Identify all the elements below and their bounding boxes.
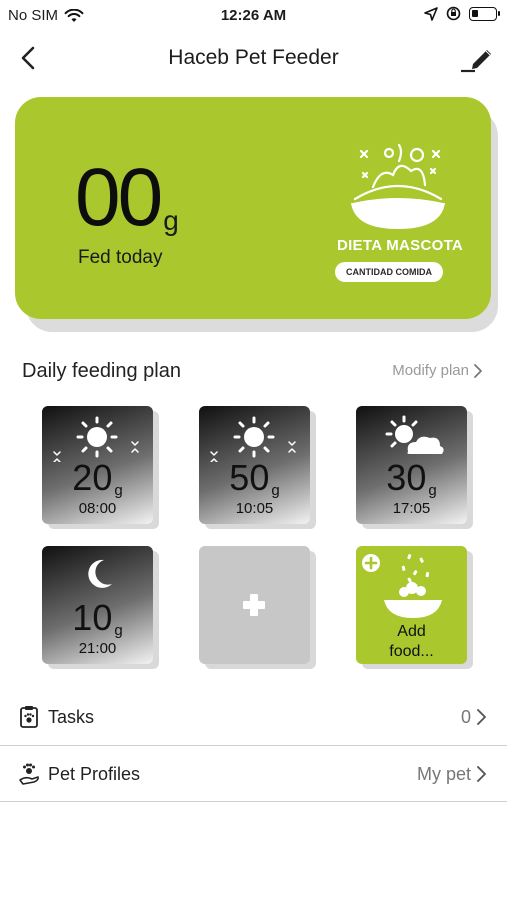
meal-amount-value: 50 (229, 457, 270, 498)
meal-amount-value: 20 (72, 457, 113, 498)
fed-today-unit: g (163, 205, 179, 236)
add-meal-tile[interactable] (199, 546, 310, 664)
status-right (424, 6, 500, 21)
divider (0, 801, 507, 802)
meal-amount: 20 g (42, 457, 153, 500)
meal-amount-unit: g (271, 482, 280, 499)
meal-time: 10:05 (235, 500, 274, 517)
navigation-bar: Haceb Pet Feeder (0, 36, 507, 80)
meal-time: 17:05 (392, 500, 431, 517)
modify-plan-label: Modify plan (392, 362, 469, 379)
pet-profiles-label: Pet Profiles (48, 763, 141, 784)
diet-subtitle-badge: CANTIDAD COMIDA (335, 262, 443, 282)
divider (0, 745, 507, 746)
add-food-label-line-1: Add (397, 623, 426, 640)
battery-icon (469, 6, 500, 21)
feeding-plan-title: Daily feeding plan (22, 360, 181, 382)
location-arrow-icon (424, 6, 438, 21)
pet-profiles-row[interactable]: Pet Profiles My pet (0, 748, 507, 800)
tasks-row[interactable]: Tasks 0 (0, 691, 507, 743)
pet-food-bowl-icon (351, 143, 445, 229)
chevron-right-icon (474, 363, 482, 378)
sun-sparkle-icon (53, 416, 139, 462)
meal-tile-4[interactable]: 10 g 21:00 (42, 546, 153, 664)
meal-amount: 30 g (356, 457, 467, 500)
add-food-tile[interactable]: Add food... (356, 546, 467, 664)
add-food-label: Add food... (356, 622, 467, 662)
meal-tile-1[interactable]: 20 g 08:00 (42, 406, 153, 524)
meal-time: 21:00 (78, 640, 117, 657)
status-bar: No SIM 12:26 AM (0, 0, 507, 32)
tasks-count: 0 (460, 706, 471, 727)
meal-amount-unit: g (114, 622, 123, 639)
page-title: Haceb Pet Feeder (168, 46, 339, 69)
diet-title: DIETA MASCOTA (336, 237, 464, 254)
meal-amount-unit: g (428, 482, 437, 499)
fed-today-value: 00 (75, 152, 163, 243)
tasks-label: Tasks (48, 706, 95, 727)
plus-icon (243, 594, 265, 616)
meal-amount-unit: g (114, 482, 123, 499)
paw-hand-icon (19, 763, 39, 785)
modify-plan-link[interactable]: Modify plan (392, 362, 483, 379)
meal-amount-value: 30 (386, 457, 427, 498)
meal-time: 08:00 (78, 500, 117, 517)
sun-cloud-icon (385, 415, 444, 454)
sun-sparkle-icon (210, 416, 296, 462)
meal-amount-value: 10 (72, 597, 113, 638)
fed-today-amount: 00 g (75, 157, 179, 239)
summary-card[interactable]: 00 g Fed today DIETA MASCOTA CANTIDAD CO… (15, 97, 491, 319)
moon-icon (88, 559, 112, 588)
meal-tile-3[interactable]: 30 g 17:05 (356, 406, 467, 524)
edit-button[interactable] (459, 42, 495, 74)
orientation-lock-icon (446, 6, 461, 21)
meal-amount: 10 g (42, 597, 153, 640)
chevron-right-icon (477, 766, 486, 782)
food-bowl-icon (384, 554, 442, 618)
pet-profiles-value: My pet (416, 763, 471, 784)
meal-amount: 50 g (199, 457, 310, 500)
chevron-right-icon (477, 709, 486, 725)
fed-today-label: Fed today (78, 247, 163, 268)
clipboard-paw-icon (20, 706, 38, 728)
meal-tile-2[interactable]: 50 g 10:05 (199, 406, 310, 524)
add-food-label-line-2: food... (389, 643, 434, 660)
pencil-icon (461, 50, 491, 73)
